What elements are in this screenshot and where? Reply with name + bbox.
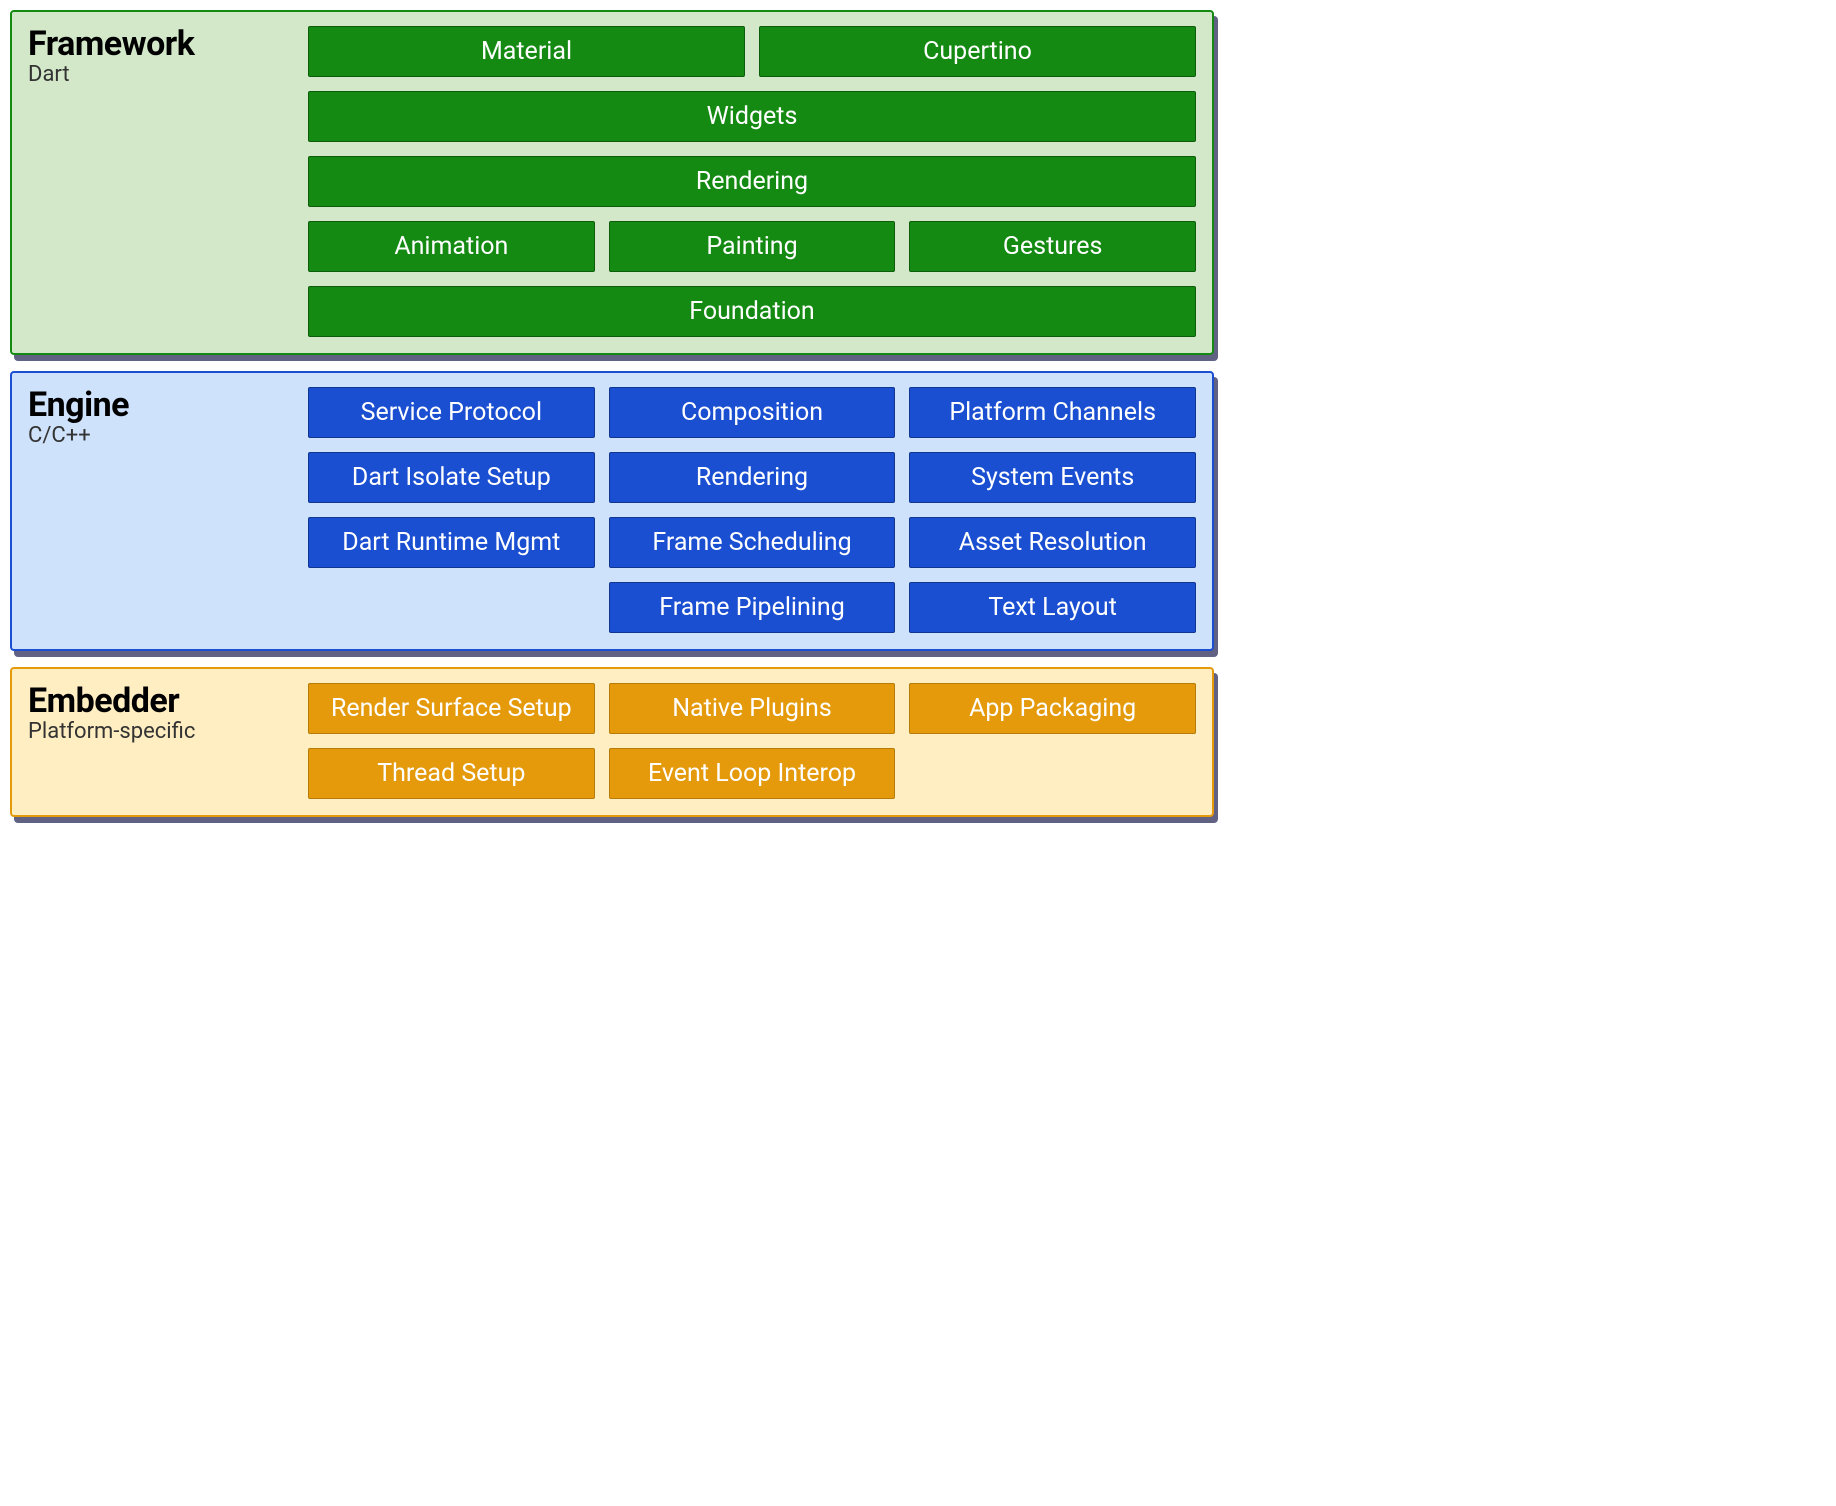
framework-box-gestures: Gestures: [909, 221, 1196, 272]
engine-box-frame-scheduling: Frame Scheduling: [609, 517, 896, 568]
framework-box-foundation: Foundation: [308, 286, 1196, 337]
embedder-subtitle: Platform-specific: [28, 719, 288, 744]
engine-box-dart-runtime-mgmt: Dart Runtime Mgmt: [308, 517, 595, 568]
engine-box-asset-resolution: Asset Resolution: [909, 517, 1196, 568]
framework-box-animation: Animation: [308, 221, 595, 272]
framework-title: Framework: [28, 24, 288, 64]
engine-box-rendering: Rendering: [609, 452, 896, 503]
framework-subtitle: Dart: [28, 62, 288, 87]
embedder-box-event-loop-interop: Event Loop Interop: [609, 748, 896, 799]
embedder-body: Render Surface Setup Native Plugins App …: [308, 681, 1196, 799]
engine-box-platform-channels: Platform Channels: [909, 387, 1196, 438]
engine-box-dart-isolate-setup: Dart Isolate Setup: [308, 452, 595, 503]
engine-body: Service Protocol Composition Platform Ch…: [308, 385, 1196, 633]
embedder-section: Embedder Platform-specific Render Surfac…: [10, 667, 1214, 817]
embedder-box-empty: [909, 748, 1196, 799]
framework-body: Material Cupertino Widgets Rendering Ani…: [308, 24, 1196, 337]
engine-box-frame-pipelining: Frame Pipelining: [609, 582, 896, 633]
engine-box-empty: [308, 582, 595, 633]
embedder-box-native-plugins: Native Plugins: [609, 683, 896, 734]
engine-box-system-events: System Events: [909, 452, 1196, 503]
engine-header: Engine C/C++: [28, 385, 288, 633]
framework-box-widgets: Widgets: [308, 91, 1196, 142]
framework-box-painting: Painting: [609, 221, 896, 272]
engine-title: Engine: [28, 385, 288, 425]
framework-box-cupertino: Cupertino: [759, 26, 1196, 77]
embedder-title: Embedder: [28, 681, 288, 721]
framework-box-material: Material: [308, 26, 745, 77]
embedder-box-app-packaging: App Packaging: [909, 683, 1196, 734]
engine-box-composition: Composition: [609, 387, 896, 438]
engine-section: Engine C/C++ Service Protocol Compositio…: [10, 371, 1214, 651]
embedder-header: Embedder Platform-specific: [28, 681, 288, 799]
embedder-box-thread-setup: Thread Setup: [308, 748, 595, 799]
engine-subtitle: C/C++: [28, 423, 288, 448]
embedder-box-render-surface-setup: Render Surface Setup: [308, 683, 595, 734]
framework-section: Framework Dart Material Cupertino Widget…: [10, 10, 1214, 355]
engine-box-service-protocol: Service Protocol: [308, 387, 595, 438]
framework-box-rendering: Rendering: [308, 156, 1196, 207]
engine-box-text-layout: Text Layout: [909, 582, 1196, 633]
framework-header: Framework Dart: [28, 24, 288, 337]
